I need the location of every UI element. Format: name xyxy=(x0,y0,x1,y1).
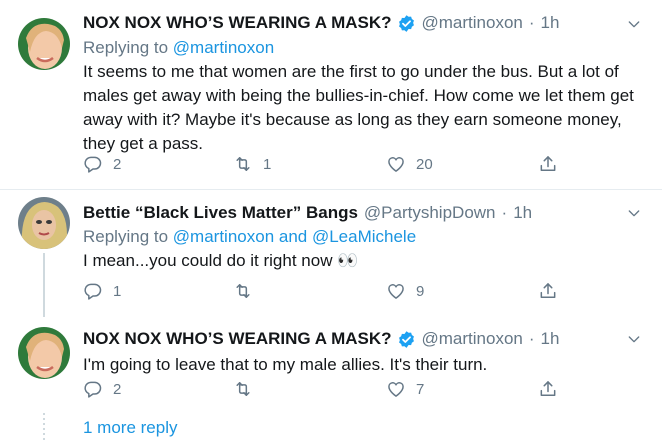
reply-icon xyxy=(83,281,103,301)
tweet-header: Bettie “Black Lives Matter” Bangs @Party… xyxy=(83,203,602,223)
replying-to: Replying to @martinoxon xyxy=(83,38,274,58)
verified-icon xyxy=(397,330,416,349)
share-icon xyxy=(538,154,558,174)
chevron-down-icon[interactable] xyxy=(626,205,642,221)
tweet-text: I mean...you could do it right now 👀 xyxy=(83,251,359,270)
like-icon xyxy=(386,281,406,301)
reply-button[interactable]: 1 xyxy=(83,281,121,301)
like-count: 7 xyxy=(416,380,425,398)
handle[interactable]: @PartyshipDown xyxy=(364,203,496,223)
tweet-actions: 2 7 xyxy=(83,379,662,401)
more-replies-link[interactable]: 1 more reply xyxy=(83,418,177,438)
retweet-icon xyxy=(233,379,253,399)
like-icon xyxy=(386,379,406,399)
display-name[interactable]: NOX NOX WHO’S WEARING A MASK? xyxy=(83,13,392,33)
tweet-actions: 2 1 20 xyxy=(83,154,662,176)
handle[interactable]: @martinoxon xyxy=(422,329,523,349)
like-button[interactable]: 20 xyxy=(386,154,433,174)
reply-count: 2 xyxy=(113,380,122,398)
tweet-header: NOX NOX WHO’S WEARING A MASK? @martinoxo… xyxy=(83,329,602,349)
share-icon xyxy=(538,281,558,301)
replying-to-link[interactable]: @martinoxon and @LeaMichele xyxy=(173,227,416,246)
retweet-icon xyxy=(233,281,253,301)
reply-count: 1 xyxy=(113,282,122,300)
share-icon xyxy=(538,379,558,399)
thread-connector xyxy=(43,413,45,441)
display-name[interactable]: NOX NOX WHO’S WEARING A MASK? xyxy=(83,329,392,349)
chevron-down-icon[interactable] xyxy=(626,331,642,347)
tweet[interactable]: NOX NOX WHO’S WEARING A MASK? @martinoxo… xyxy=(0,317,662,441)
like-count: 20 xyxy=(416,155,433,173)
retweet-count: 1 xyxy=(263,155,272,173)
timestamp[interactable]: 1h xyxy=(513,203,532,223)
handle[interactable]: @martinoxon xyxy=(422,13,523,33)
replying-prefix: Replying to xyxy=(83,227,169,246)
replying-to-link[interactable]: @martinoxon xyxy=(173,38,274,57)
thread-connector xyxy=(43,253,45,317)
reply-icon xyxy=(83,379,103,399)
avatar[interactable] xyxy=(18,197,70,249)
replying-to: Replying to @martinoxon and @LeaMichele xyxy=(83,227,416,247)
share-button[interactable] xyxy=(538,281,558,301)
tweet-header: NOX NOX WHO’S WEARING A MASK? @martinoxo… xyxy=(83,13,602,33)
like-button[interactable]: 7 xyxy=(386,379,424,399)
retweet-button[interactable] xyxy=(233,379,263,399)
separator: · xyxy=(501,203,508,222)
separator: · xyxy=(528,13,535,32)
reply-button[interactable]: 2 xyxy=(83,154,121,174)
reply-count: 2 xyxy=(113,155,122,173)
separator: · xyxy=(528,329,535,348)
avatar[interactable] xyxy=(18,18,70,70)
like-icon xyxy=(386,154,406,174)
tweet-text: I'm going to leave that to my male allie… xyxy=(83,355,488,374)
like-count: 9 xyxy=(416,282,425,300)
timestamp[interactable]: 1h xyxy=(541,13,560,33)
retweet-button[interactable]: 1 xyxy=(233,154,271,174)
share-button[interactable] xyxy=(538,379,558,399)
tweet-text: It seems to me that women are the first … xyxy=(83,62,634,153)
retweet-icon xyxy=(233,154,253,174)
share-button[interactable] xyxy=(538,154,558,174)
reply-button[interactable]: 2 xyxy=(83,379,121,399)
like-button[interactable]: 9 xyxy=(386,281,424,301)
timestamp[interactable]: 1h xyxy=(541,329,560,349)
tweet[interactable]: Bettie “Black Lives Matter” Bangs @Party… xyxy=(0,191,662,317)
tweet[interactable]: NOX NOX WHO’S WEARING A MASK? @martinoxo… xyxy=(0,0,662,190)
retweet-button[interactable] xyxy=(233,281,263,301)
replying-prefix: Replying to xyxy=(83,38,169,57)
chevron-down-icon[interactable] xyxy=(626,16,642,32)
verified-icon xyxy=(397,14,416,33)
avatar[interactable] xyxy=(18,327,70,379)
tweet-actions: 1 9 xyxy=(83,281,662,303)
reply-icon xyxy=(83,154,103,174)
display-name[interactable]: Bettie “Black Lives Matter” Bangs xyxy=(83,203,358,223)
